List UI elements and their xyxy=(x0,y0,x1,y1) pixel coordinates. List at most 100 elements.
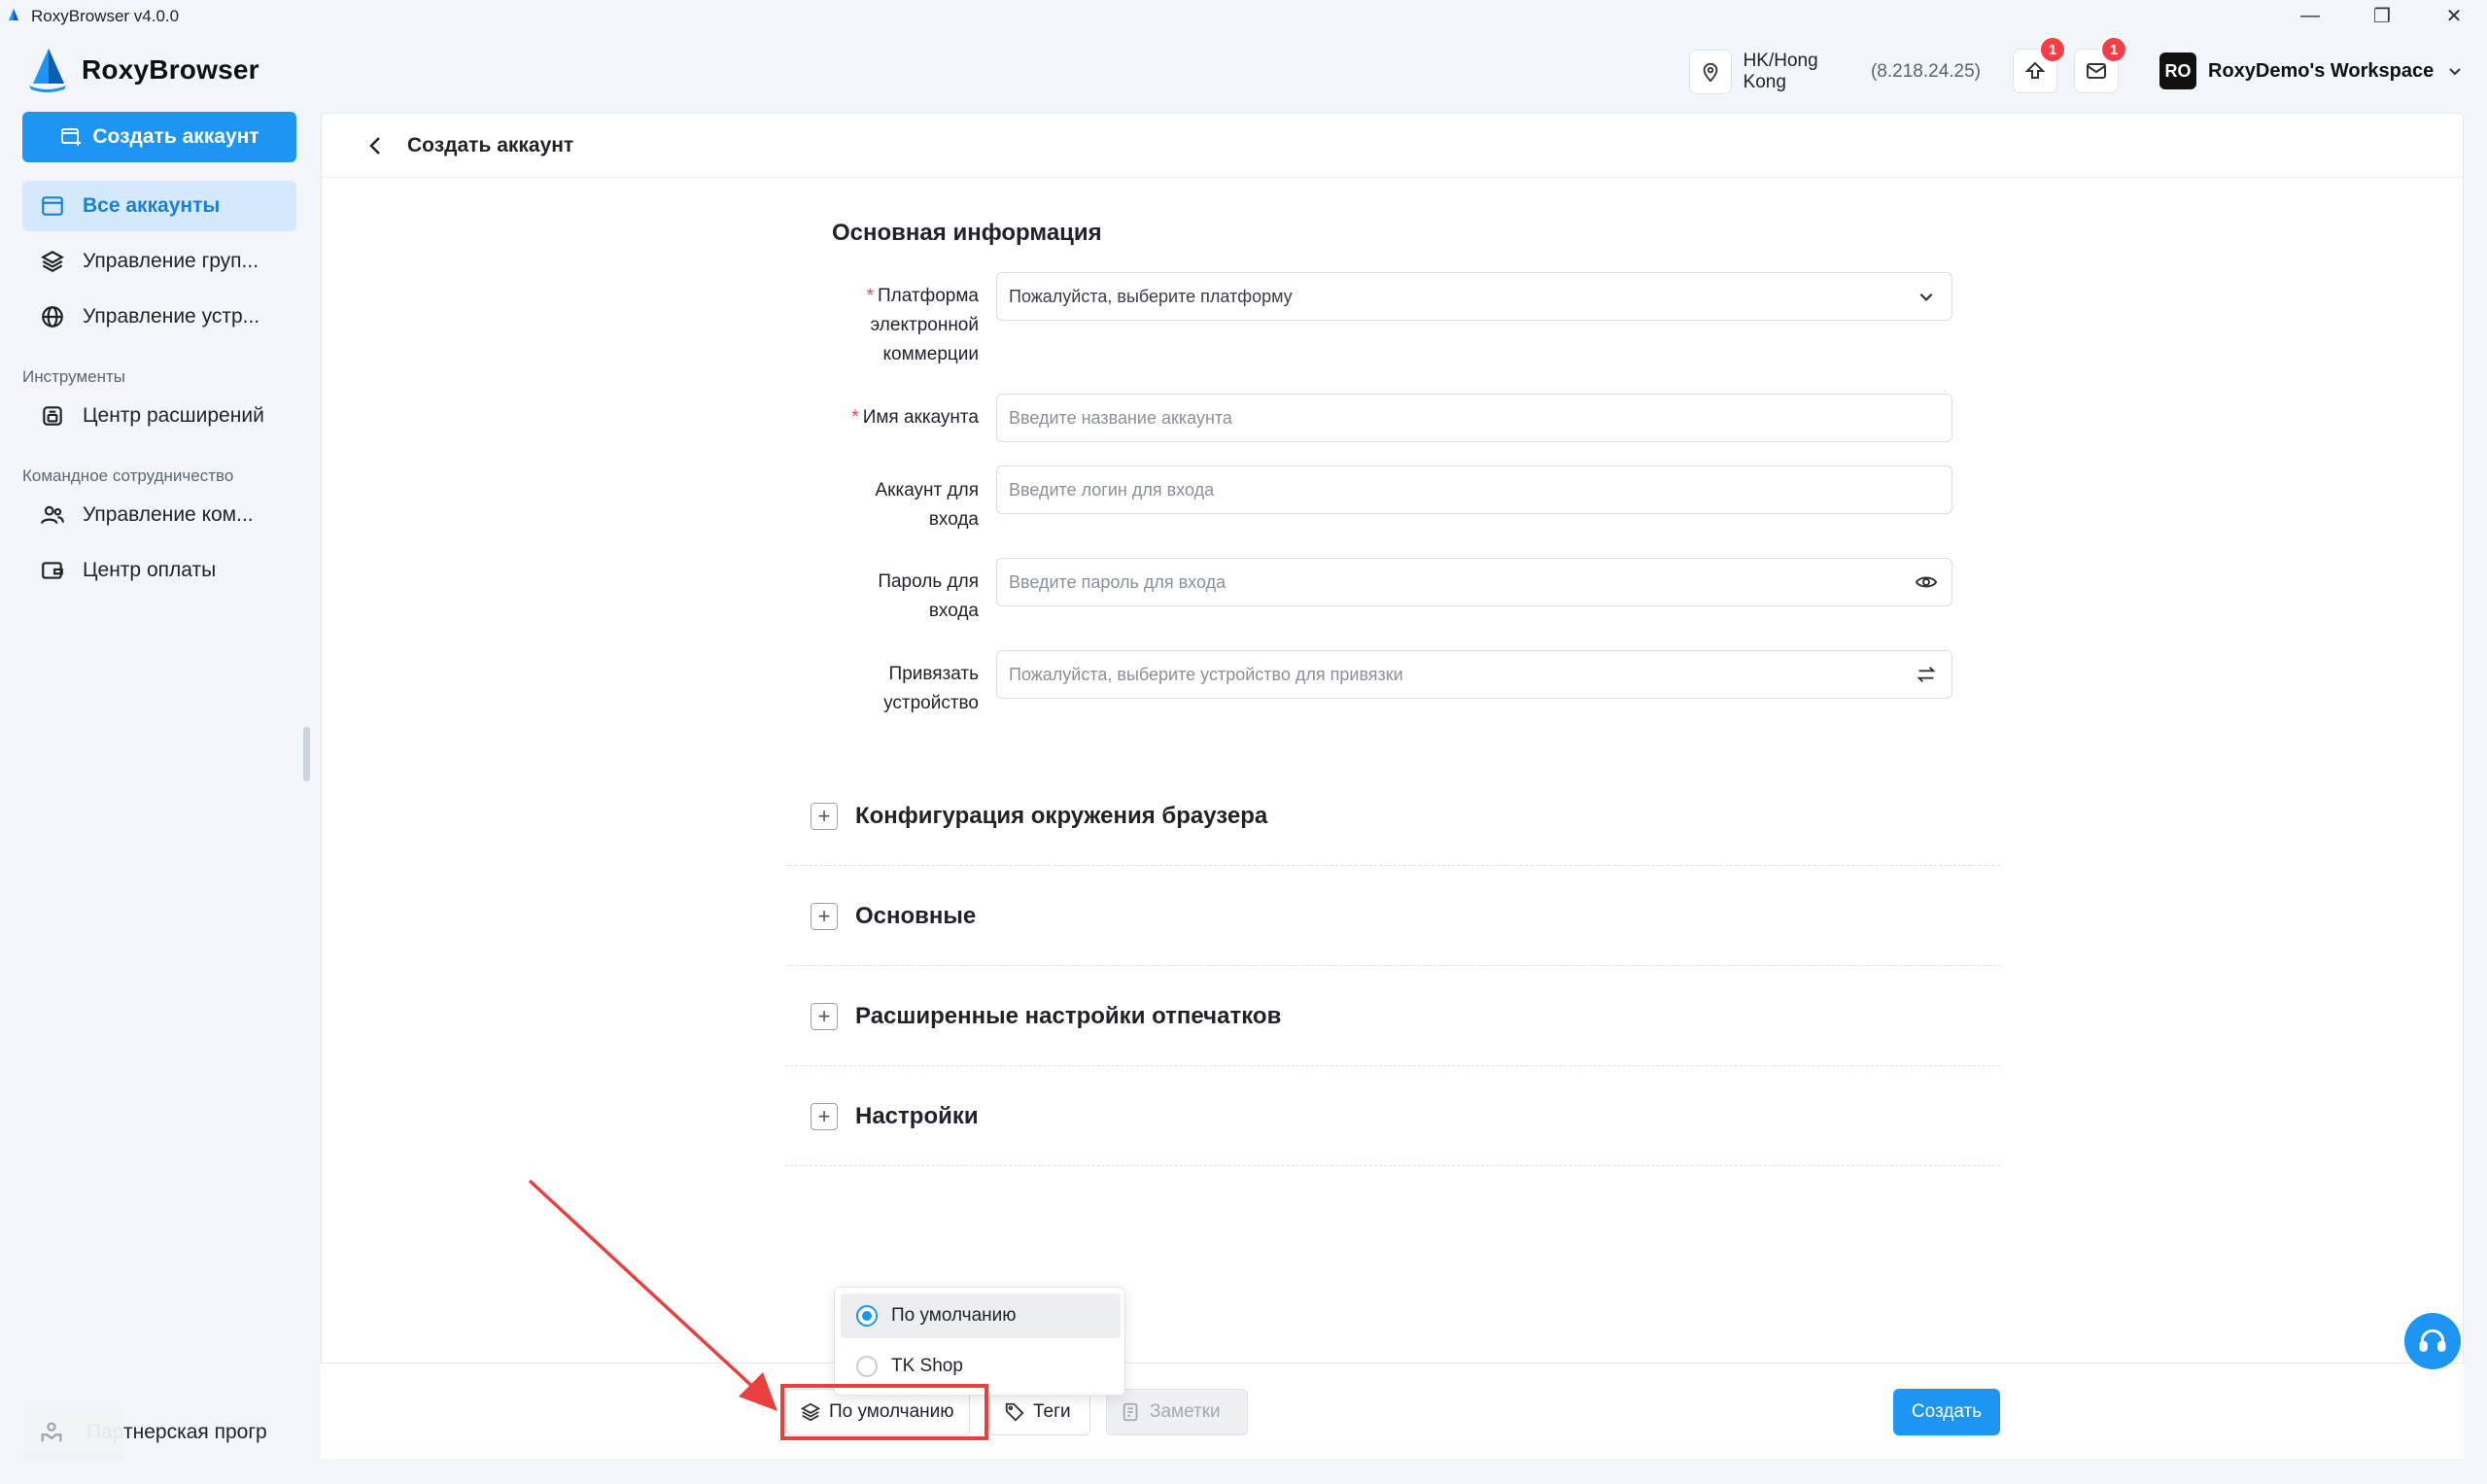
upgrade-button[interactable]: 1 xyxy=(2013,36,2066,93)
globe-icon xyxy=(38,302,67,331)
dropdown-option-label: По умолчанию xyxy=(891,1305,1017,1326)
accordion-basic[interactable]: + Основные xyxy=(785,866,2000,966)
team-section-title: Командное сотрудничество xyxy=(22,466,234,485)
password-input[interactable]: Введите пароль для входа xyxy=(996,558,1952,606)
workspace-avatar: RO xyxy=(2159,52,2196,89)
dropdown-option-default[interactable]: По умолчанию xyxy=(841,1294,1121,1338)
tags-label: Теги xyxy=(1033,1401,1071,1422)
accordion-settings[interactable]: + Настройки xyxy=(785,1066,2000,1166)
notes-label: Заметки xyxy=(1150,1401,1221,1422)
annotation-highlight-box xyxy=(780,1384,988,1440)
sidebar-item-team[interactable]: Управление ком... xyxy=(22,490,296,540)
radio-unchecked-icon xyxy=(856,1356,878,1377)
account-name-label: * Имя аккаунта xyxy=(775,403,979,432)
tools-section-title: Инструменты xyxy=(22,367,126,386)
sidebar-item-label: Все аккаунты xyxy=(83,194,221,217)
accordion-title: Расширенные настройки отпечатков xyxy=(855,1003,1282,1029)
upgrade-badge: 1 xyxy=(2039,36,2066,63)
accordion-title: Настройки xyxy=(855,1103,979,1129)
layers-icon xyxy=(38,247,67,276)
chevron-down-icon xyxy=(1913,283,1940,310)
sidebar-item-groups[interactable]: Управление груп... xyxy=(22,236,296,287)
group-dropdown: По умолчанию TK Shop xyxy=(834,1287,1125,1396)
login-label: Аккаунт для входа xyxy=(875,480,979,530)
accordion-browser-env[interactable]: + Конфигурация окружения браузера xyxy=(785,766,2000,866)
sidebar-item-label: Управление устр... xyxy=(83,305,260,328)
close-icon: ✕ xyxy=(2445,5,2463,27)
platform-placeholder: Пожалуйста, выберите платформу xyxy=(1009,286,1293,306)
sidebar-item-label: Центр оплаты xyxy=(83,559,217,581)
headset-icon xyxy=(2419,1329,2446,1352)
account-name-label-text: Имя аккаунта xyxy=(862,407,979,428)
create-submit-label: Создать xyxy=(1911,1401,1983,1422)
device-placeholder: Пожалуйста, выберите устройство для прив… xyxy=(1009,664,1403,684)
password-label: Пароль для входа xyxy=(878,571,979,621)
expand-plus-icon: + xyxy=(811,803,838,830)
device-label: Привязать устройство xyxy=(883,664,979,713)
workspace-name: RoxyDemo's Workspace xyxy=(2208,59,2435,82)
roxy-app-icon xyxy=(9,9,18,20)
location-text: HK/Hong Kong xyxy=(1743,51,1818,92)
window-title: RoxyBrowser v4.0.0 xyxy=(31,7,180,25)
device-select[interactable]: Пожалуйста, выберите устройство для прив… xyxy=(996,650,1952,699)
extension-icon xyxy=(38,401,67,431)
accordion-title: Основные xyxy=(855,903,977,929)
brand-name: RoxyBrowser xyxy=(82,54,259,85)
login-placeholder: Введите логин для входа xyxy=(1009,479,1215,500)
minimize-button[interactable]: — xyxy=(2280,0,2340,31)
accordion-fingerprint[interactable]: + Расширенные настройки отпечатков xyxy=(785,966,2000,1066)
restore-icon: ❐ xyxy=(2373,5,2391,27)
maximize-button[interactable]: ❐ xyxy=(2352,0,2412,31)
page-title: Создать аккаунт xyxy=(407,133,574,156)
mail-badge: 1 xyxy=(2100,36,2127,63)
workspace-switcher[interactable]: RO RoxyDemo's Workspace xyxy=(2159,52,2463,89)
expand-plus-icon: + xyxy=(811,1003,838,1030)
notes-button[interactable]: Заметки xyxy=(1106,1389,1248,1435)
ip-text: (8.218.24.25) xyxy=(1870,61,1981,82)
back-arrow-icon[interactable] xyxy=(364,134,388,157)
page-header: Создать аккаунт xyxy=(322,114,2463,178)
required-mark: * xyxy=(866,286,874,306)
users-icon xyxy=(38,500,67,530)
dropdown-option-tk-shop[interactable]: TK Shop xyxy=(841,1344,1121,1389)
sidebar-item-devices[interactable]: Управление устр... xyxy=(22,292,296,342)
partner-program-item[interactable]: Партнерская прогр xyxy=(22,1407,314,1462)
create-account-button[interactable]: Создать аккаунт xyxy=(22,112,296,162)
form-footer: По умолчанию Теги Заметки Создать xyxy=(321,1363,2464,1459)
expand-plus-icon: + xyxy=(811,903,838,930)
swap-icon[interactable] xyxy=(1913,661,1940,688)
notes-icon xyxy=(1123,1402,1138,1422)
mail-icon xyxy=(2087,63,2106,79)
sidebar-item-label: Управление груп... xyxy=(83,250,259,272)
location-pin-icon xyxy=(1689,50,1732,94)
support-chat-button[interactable] xyxy=(2404,1313,2461,1369)
add-window-icon xyxy=(61,128,82,146)
sidebar-scrollbar[interactable] xyxy=(303,727,310,781)
sidebar-item-all-accounts[interactable]: Все аккаунты xyxy=(22,181,296,231)
platform-label: * Платформа электронной коммерции xyxy=(775,282,979,369)
brand: RoxyBrowser xyxy=(25,47,259,93)
accordion-title: Конфигурация окружения браузера xyxy=(855,803,1268,829)
tags-button[interactable]: Теги xyxy=(989,1389,1090,1435)
messages-button[interactable]: 1 xyxy=(2074,36,2127,93)
sidebar-item-label: Центр расширений xyxy=(83,404,264,427)
platform-label-text: Платформа электронной коммерции xyxy=(870,286,979,364)
upload-icon xyxy=(2024,61,2046,79)
roxybrowser-logo xyxy=(29,49,66,92)
login-input[interactable]: Введите логин для входа xyxy=(996,466,1952,514)
password-placeholder: Введите пароль для входа xyxy=(1009,571,1226,592)
wallet-icon xyxy=(38,556,67,585)
platform-select[interactable]: Пожалуйста, выберите платформу xyxy=(996,272,1952,321)
radio-checked-icon xyxy=(856,1305,878,1327)
handshake-icon xyxy=(22,1407,123,1458)
create-account-label: Создать аккаунт xyxy=(92,125,259,148)
eye-icon[interactable] xyxy=(1913,569,1940,596)
sidebar-item-billing[interactable]: Центр оплаты xyxy=(22,545,296,596)
create-submit-button[interactable]: Создать xyxy=(1893,1389,2000,1435)
expand-plus-icon: + xyxy=(811,1103,838,1130)
account-name-input[interactable]: Введите название аккаунта xyxy=(996,394,1952,442)
proxy-location[interactable]: HK/Hong Kong (8.218.24.25) xyxy=(1689,49,1981,95)
close-button[interactable]: ✕ xyxy=(2424,0,2484,31)
sidebar-item-label: Управление ком... xyxy=(83,503,254,526)
sidebar-item-extensions[interactable]: Центр расширений xyxy=(22,391,296,441)
